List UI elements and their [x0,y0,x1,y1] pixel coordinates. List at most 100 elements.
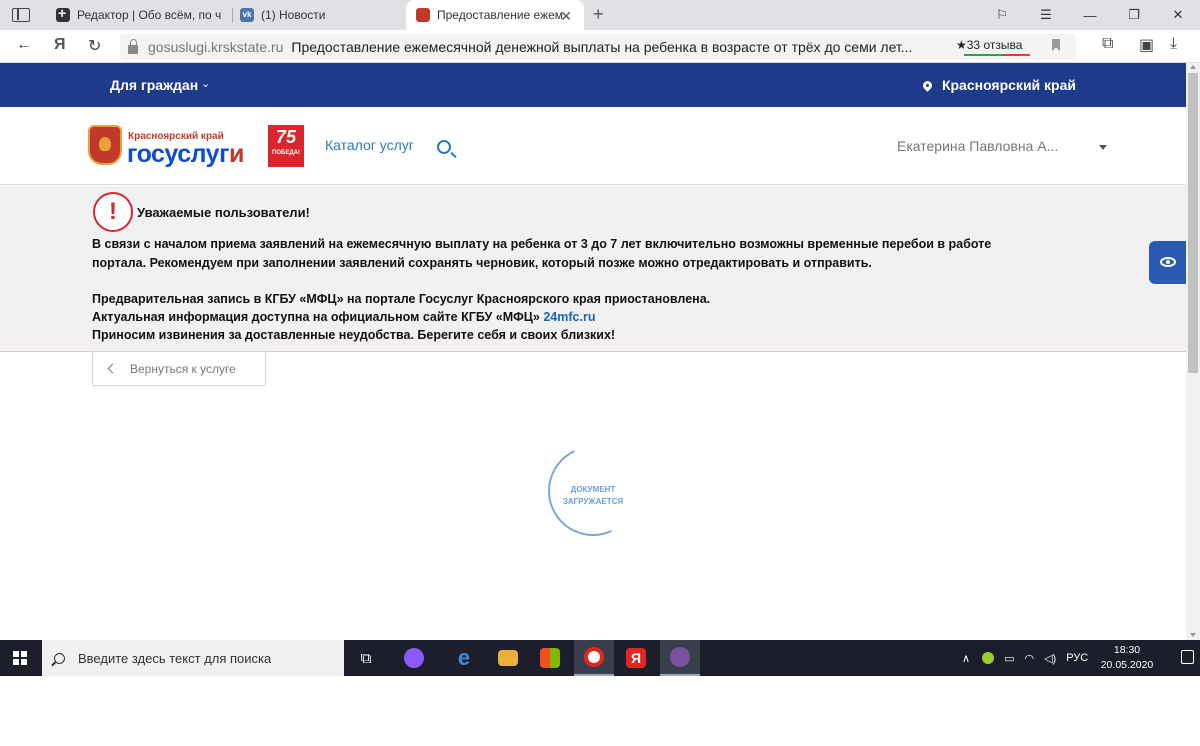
yandex-app[interactable]: Я [616,640,656,676]
tab-gosuslugi-active[interactable]: Предоставление ежем ✕ [406,0,584,30]
gosuslugi-logo[interactable]: госуслуги [127,140,244,169]
task-view-icon: ⧉ [360,649,372,667]
url-page-title: Предоставление ежемесячной денежной выпл… [291,39,913,55]
tab-close-icon[interactable]: ✕ [560,8,572,25]
notice-banner: ! Уважаемые пользователи! В связи с нача… [0,186,1186,352]
reload-icon[interactable]: ↻ [88,36,101,56]
language-indicator[interactable]: РУС [1066,652,1088,664]
yandex-logo-icon[interactable]: Я [54,36,66,54]
taskbar-clock[interactable]: 18:30 20.05.2020 [1098,643,1156,673]
explorer-app[interactable] [488,640,528,676]
alice-app[interactable] [394,640,434,676]
taskbar-time: 18:30 [1113,644,1141,656]
search-icon [54,652,65,664]
loading-text-line-1: ДОКУМЕНТ [570,485,616,494]
screenshot-icon[interactable]: ▣ [1139,35,1154,55]
browser-tab-strip: Редактор | Обо всём, по ч vk (1) Новости… [0,0,1200,30]
badge-number: 75 [275,127,297,147]
task-view-button[interactable]: ⧉ [346,640,386,676]
user-menu-caret-icon[interactable] [1099,145,1107,150]
user-name[interactable]: Екатерина Павловна А... [897,138,1058,154]
scroll-up-arrow-icon[interactable] [1190,65,1196,69]
chevron-down-icon[interactable]: ⌄ [201,77,210,90]
for-citizens-menu[interactable]: Для граждан [110,77,198,93]
tab-label: Предоставление ежем [437,8,564,22]
windows-taskbar: Введите здесь текст для поиска ⧉ e Я ∧ ▭… [0,640,1200,676]
logo-main-red: и [228,140,244,168]
folder-icon [498,650,518,666]
maximize-button[interactable]: ❐ [1112,0,1156,30]
notice-line-5: Приносим извинения за доставленные неудо… [92,328,616,342]
windows-start-icon[interactable] [13,651,27,665]
region-label: Красноярский край [941,77,1076,93]
site-top-bar: Для граждан ⌄ Красноярский край [0,63,1186,107]
notice-line-3: Предварительная запись в КГБУ «МФЦ» на п… [92,292,711,306]
yandex-browser-app[interactable] [574,640,614,676]
tab-separator [232,8,233,23]
yandex-browser-icon [584,647,604,667]
reviews-rating-bar [964,54,1030,56]
taskbar-search-box[interactable]: Введите здесь текст для поиска [42,640,344,676]
page-scrollbar[interactable] [1186,63,1200,640]
scroll-down-arrow-icon[interactable] [1190,633,1196,637]
lock-icon [128,38,138,54]
reviews-badge[interactable]: ★33 отзыва [956,34,1030,56]
badge-text: ПОБЕДА! [272,150,300,156]
back-arrow-icon[interactable]: ← [16,36,32,54]
sidebar-toggle-icon[interactable] [12,8,30,22]
chevron-left-icon [107,363,118,374]
tab-vk-news[interactable]: vk (1) Новости [240,0,400,30]
viber-icon [670,647,690,667]
reviews-text: ★33 отзыва [956,38,1023,52]
viber-app[interactable] [660,640,700,676]
site-header: Красноярский край госуслуги 75 ПОБЕДА! К… [0,107,1186,185]
coat-of-arms-logo-icon[interactable] [88,125,122,165]
region-selector[interactable]: Красноярский край [921,77,1076,93]
scrollbar-thumb[interactable] [1188,73,1198,373]
store-icon [540,648,560,668]
battery-icon[interactable]: ▭ [1004,652,1014,665]
minimize-button[interactable]: — [1068,0,1112,30]
notice-line-4: Актуальная информация доступна на официа… [92,310,595,324]
close-window-button[interactable]: ✕ [1156,0,1200,30]
url-domain: gosuslugi.krskstate.ru [148,39,284,55]
taskbar-search-placeholder: Введите здесь текст для поиска [78,650,272,666]
tab-label: (1) Новости [261,8,326,22]
mfc-link[interactable]: 24mfc.ru [543,310,595,324]
tab-label: Редактор | Обо всём, по ч [77,8,222,22]
download-icon[interactable]: ⤓ [1170,35,1177,53]
notice-line-4-prefix: Актуальная информация доступна на официа… [92,310,544,324]
back-button-label: Вернуться к услуге [130,361,236,376]
bookmarks-panel-icon[interactable]: ⚐ [980,0,1024,30]
window-controls: ⚐ ☰ — ❐ ✕ [980,0,1200,30]
loading-text-line-2: ЗАГРУЖАЕТСЯ [562,497,624,506]
wifi-icon[interactable]: ◠ [1024,652,1034,665]
loading-text: ДОКУМЕНТ ЗАГРУЖАЕТСЯ [553,484,633,508]
search-icon[interactable] [437,140,451,154]
logo-main-blue: госуслуг [127,140,229,168]
catalog-link[interactable]: Каталог услуг [325,137,414,153]
alice-icon [404,648,424,668]
tray-app-icon[interactable] [982,652,995,664]
protect-icon[interactable]: ⧉ [1102,35,1113,53]
victory-75-badge: 75 ПОБЕДА! [268,125,304,167]
volume-icon[interactable]: ◁) [1044,652,1056,665]
coat-of-arms-favicon-icon [416,8,430,22]
edge-icon: e [457,645,471,670]
tab-editor[interactable]: Редактор | Обо всём, по ч [56,0,228,30]
store-app[interactable] [530,640,570,676]
alert-icon: ! [93,192,133,232]
edge-app[interactable]: e [444,640,484,676]
location-pin-icon [921,78,934,92]
new-tab-button[interactable]: + [593,4,604,25]
notifications-icon[interactable] [1181,650,1194,664]
tray-expand-icon[interactable]: ∧ [962,652,970,665]
notice-line-1: В связи с началом приема заявлений на еж… [92,237,992,251]
system-tray: ∧ ▭ ◠ ◁) РУС [962,640,1088,676]
notice-line-2: портала. Рекомендуем при заполнении заяв… [92,256,872,270]
url-field[interactable]: gosuslugi.krskstate.ru Предоставление еж… [120,34,1076,60]
back-to-service-button[interactable]: Вернуться к услуге [92,351,266,386]
menu-icon[interactable]: ☰ [1024,0,1068,30]
taskbar-date: 20.05.2020 [1100,659,1154,671]
accessibility-button[interactable] [1149,241,1186,284]
